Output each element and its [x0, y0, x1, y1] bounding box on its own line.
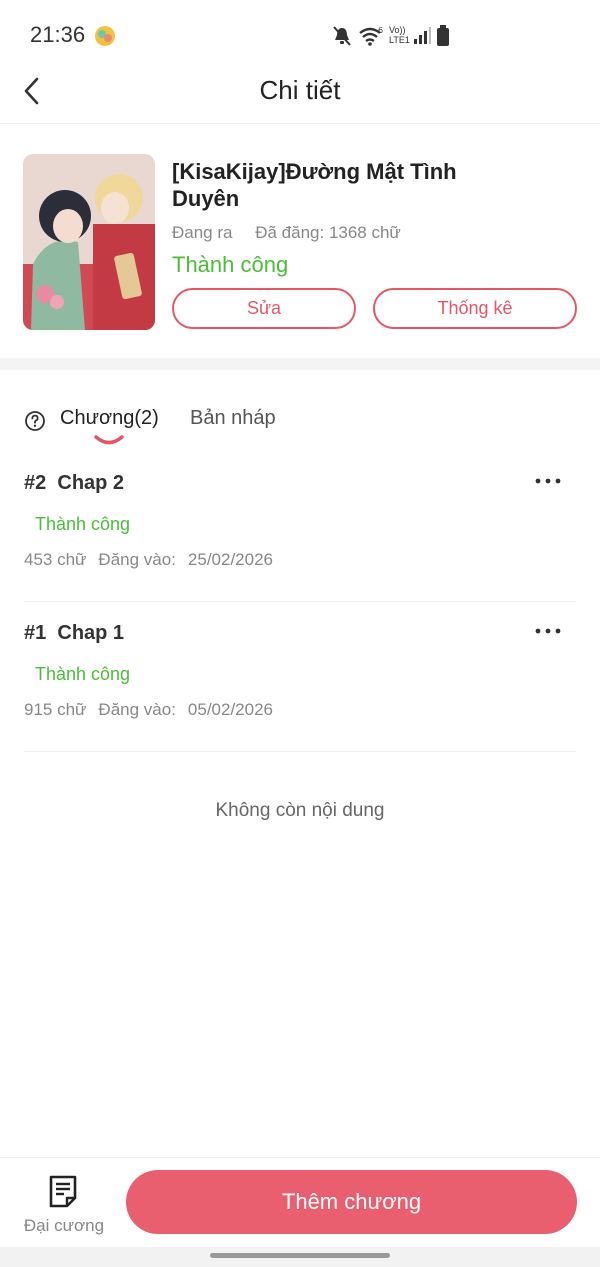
chapter-heading: #1 Chap 1: [24, 622, 124, 645]
chapter-word-count: 915 chữ: [24, 700, 87, 719]
chapter-tabs: Chương(2) Bản nháp: [0, 390, 600, 450]
posted-label: Đăng vào:: [98, 700, 176, 719]
statistics-button[interactable]: Thống kê: [373, 288, 577, 329]
chapter-item[interactable]: #2 Chap 2 Thành công 453 chữ Đăng vào: 25/…: [24, 452, 576, 602]
more-options-icon[interactable]: [530, 620, 566, 642]
posted-label: Đăng vào:: [98, 550, 176, 569]
network-label-voice: Vo)): [389, 25, 406, 35]
add-chapter-button[interactable]: Thêm chương: [126, 1170, 577, 1234]
chapter-item[interactable]: #1 Chap 1 Thành công 915 chữ Đăng vào: 05/…: [24, 602, 576, 752]
chapter-number: #2: [24, 472, 47, 494]
book-status: Thành công: [172, 252, 289, 277]
status-bar: 21:36 6 Vo)) LTE1: [0, 0, 600, 70]
book-title: [KisaKijay]Đường Mật Tình Duyên: [172, 159, 457, 211]
wifi-icon: 6: [359, 26, 383, 46]
outline-label: Đại cương: [23, 1216, 105, 1235]
chapter-heading: #2 Chap 2: [24, 472, 124, 495]
active-tab-indicator: [94, 435, 124, 445]
bottom-action-bar: Đại cương Thêm chương: [0, 1157, 600, 1247]
chapter-date: 05/02/2026: [187, 700, 274, 719]
top-bar: Chi tiết: [0, 62, 600, 124]
status-time: 21:36: [30, 22, 86, 47]
help-icon[interactable]: [24, 410, 46, 432]
tab-chapters[interactable]: Chương(2): [60, 407, 159, 430]
signal-icon: [414, 27, 431, 44]
home-indicator[interactable]: [210, 1253, 390, 1258]
mute-icon: [333, 26, 351, 46]
outline-button[interactable]: Đại cương: [18, 1172, 110, 1236]
book-info: [KisaKijay]Đường Mật Tình Duyên Đang ra …: [0, 124, 600, 358]
section-divider: [0, 358, 600, 370]
chapter-word-count: 453 chữ: [24, 550, 87, 569]
app-notification-icon: [95, 26, 115, 46]
chapter-title: Chap 1: [57, 622, 125, 644]
battery-icon: [437, 25, 449, 46]
network-label: Vo)) LTE1: [389, 25, 410, 45]
tab-drafts[interactable]: Bản nháp: [190, 407, 276, 430]
chapter-date: 25/02/2026: [187, 550, 274, 569]
chapter-status: Thành công: [35, 514, 131, 534]
book-meta: Đang ra Đã đăng: 1368 chữ: [172, 223, 401, 243]
more-options-icon[interactable]: [530, 470, 566, 492]
chapter-meta: 915 chữ Đăng vào: 05/02/2026: [24, 700, 285, 720]
chapter-number: #1: [24, 622, 47, 644]
page-title: Chi tiết: [259, 75, 341, 105]
svg-text:6: 6: [378, 26, 383, 35]
network-label-lte: LTE1: [389, 35, 410, 45]
system-navigation-bar: [0, 1247, 600, 1267]
book-word-count: Đã đăng: 1368 chữ: [255, 223, 401, 242]
chapter-title: Chap 2: [57, 472, 125, 494]
edit-button[interactable]: Sửa: [172, 288, 356, 329]
book-state: Đang ra: [172, 223, 233, 242]
outline-document-icon: [49, 1175, 77, 1208]
no-more-content-text: Không còn nội dung: [215, 800, 385, 821]
chapter-meta: 453 chữ Đăng vào: 25/02/2026: [24, 550, 285, 570]
book-cover-image[interactable]: [23, 154, 155, 330]
chapter-status: Thành công: [35, 664, 131, 684]
